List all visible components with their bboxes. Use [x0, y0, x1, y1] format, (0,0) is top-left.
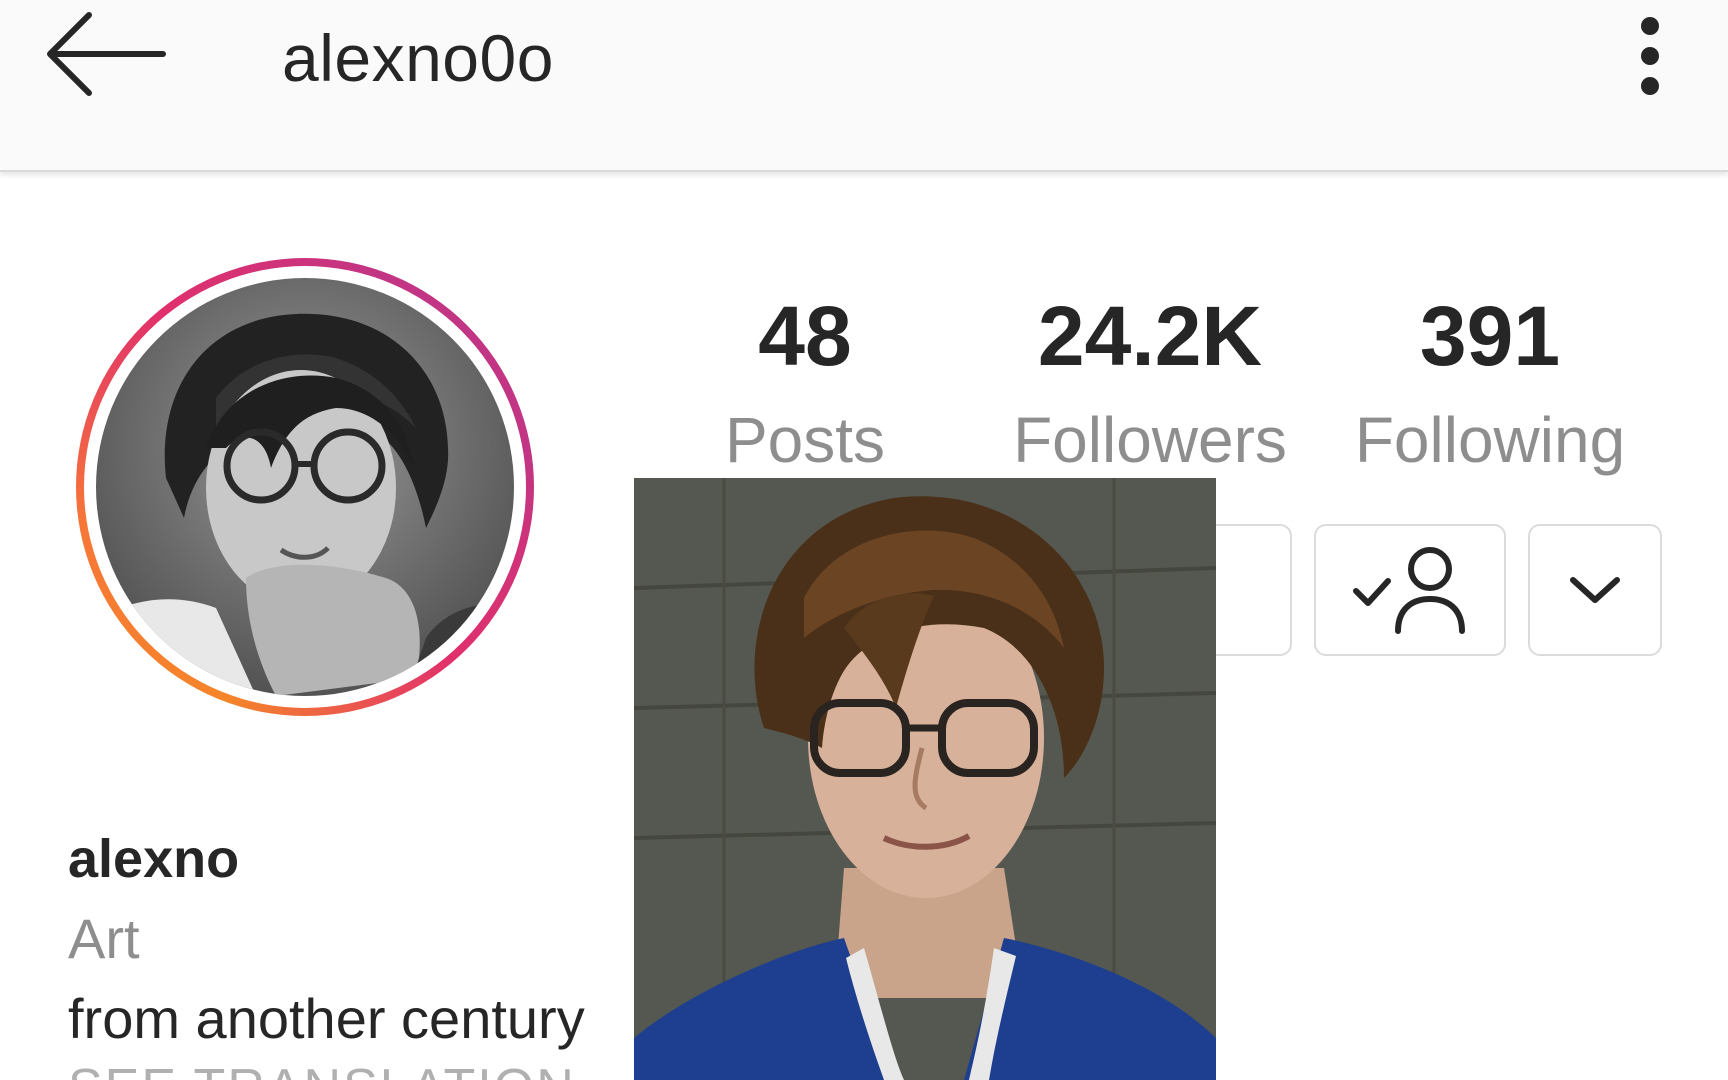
chevron-down-icon [1570, 577, 1620, 603]
avatar [96, 278, 514, 696]
avatar-photo [96, 313, 514, 696]
more-options-button[interactable] [1618, 6, 1682, 106]
following-button[interactable] [1314, 524, 1506, 656]
back-button[interactable] [36, 2, 176, 106]
posts-count: 48 [758, 289, 852, 383]
following-label: Following [1354, 404, 1626, 476]
stat-following[interactable]: 391 Following [1340, 290, 1640, 480]
bio-text: from another century [68, 987, 585, 1050]
profile-username: alexno0o [282, 21, 554, 95]
suggested-accounts-button[interactable] [1528, 524, 1662, 656]
avatar-story-ring[interactable] [76, 258, 534, 716]
arrow-left-icon [47, 12, 166, 96]
vertical-dots-icon [1641, 17, 1659, 95]
followers-label: Followers [1013, 404, 1287, 476]
bio-category: Art [68, 907, 140, 970]
bio-name: alexno [68, 829, 240, 889]
posts-label: Posts [724, 404, 886, 476]
top-app-bar: alexno0o [0, 0, 1728, 172]
portrait-photo [634, 478, 1216, 1080]
user-check-icon [1353, 547, 1465, 634]
profile-screen: alexno0o 48 Posts 24.2K Followers 391 Fo… [0, 0, 1728, 1080]
stat-posts[interactable]: 48 Posts [700, 290, 910, 480]
see-translation-link[interactable]: SEE TRANSLATION [68, 1058, 576, 1080]
following-count: 391 [1419, 289, 1561, 383]
stat-followers[interactable]: 24.2K Followers [985, 290, 1315, 480]
followers-count: 24.2K [1037, 289, 1263, 383]
overlay-photo [634, 478, 1216, 1080]
